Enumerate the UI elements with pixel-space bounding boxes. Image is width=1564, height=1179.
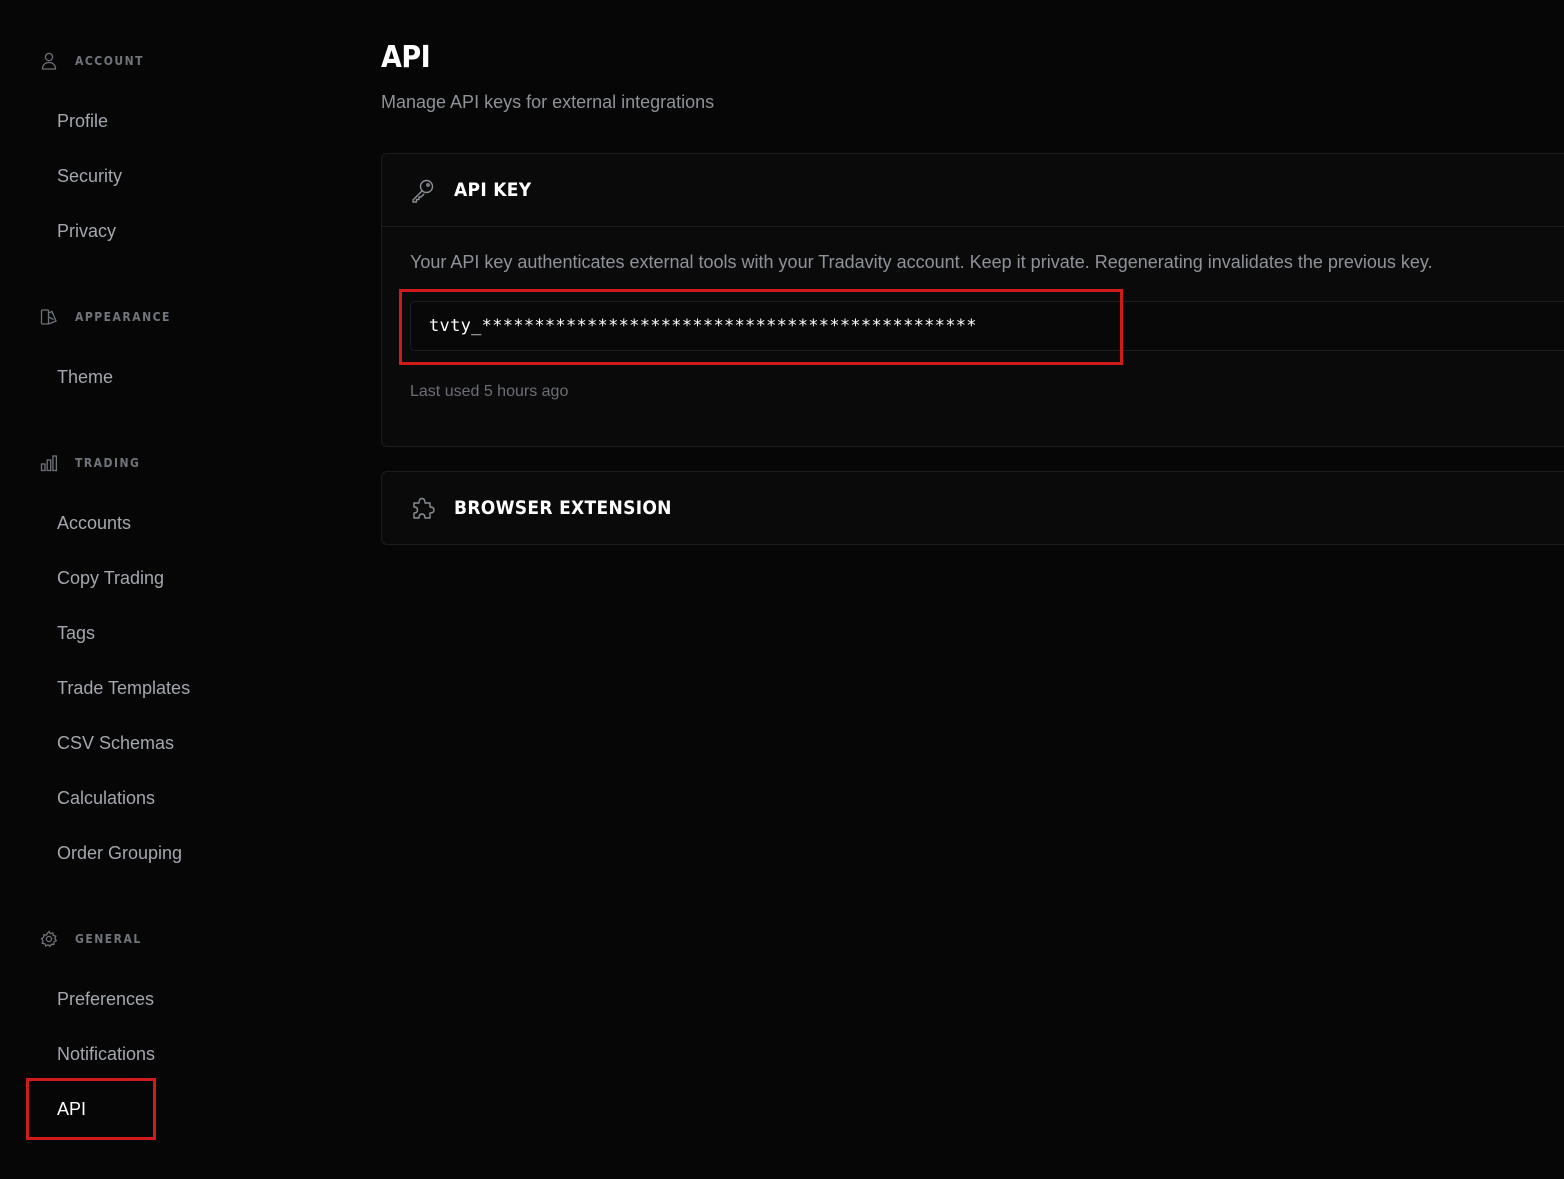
sidebar-item-preferences[interactable]: Preferences <box>57 989 154 1010</box>
sidebar-item-api[interactable]: API <box>57 1099 86 1120</box>
sidebar-item-order-grouping[interactable]: Order Grouping <box>57 843 182 864</box>
api-key-card-header[interactable]: API KEY <box>382 154 1564 226</box>
sidebar-item-accounts[interactable]: Accounts <box>57 513 131 534</box>
api-key-last-used: Last used 5 hours ago <box>410 383 569 400</box>
sidebar-item-tags[interactable]: Tags <box>57 623 95 644</box>
puzzle-icon <box>410 495 436 521</box>
sidebar-item-calculations[interactable]: Calculations <box>57 788 155 809</box>
api-key-highlight <box>399 289 1123 365</box>
sidebar-item-profile[interactable]: Profile <box>57 111 108 132</box>
section-appearance: APPEARANCE <box>40 305 171 329</box>
sidebar-item-trade-templates[interactable]: Trade Templates <box>57 678 190 699</box>
page-title: API <box>381 40 431 75</box>
sidebar-item-theme[interactable]: Theme <box>57 367 113 388</box>
card-divider <box>382 226 1564 227</box>
browser-extension-card[interactable]: BROWSER EXTENSION <box>381 471 1564 545</box>
user-icon <box>40 52 58 70</box>
browser-extension-card-title: BROWSER EXTENSION <box>454 497 672 519</box>
section-account: ACCOUNT <box>40 49 144 73</box>
section-account-label: ACCOUNT <box>75 54 145 68</box>
sidebar-item-csv-schemas[interactable]: CSV Schemas <box>57 733 174 754</box>
main-content: API Manage API keys for external integra… <box>381 0 1564 1179</box>
sidebar-item-notifications[interactable]: Notifications <box>57 1044 155 1065</box>
settings-sidebar: ACCOUNT Profile Security Privacy APPEARA… <box>0 0 330 1179</box>
section-trading-label: TRADING <box>75 456 141 470</box>
sidebar-item-security[interactable]: Security <box>57 166 122 187</box>
section-appearance-label: APPEARANCE <box>75 310 171 324</box>
page-subtitle: Manage API keys for external integration… <box>381 92 715 112</box>
api-key-card: API KEY Your API key authenticates exter… <box>381 153 1564 447</box>
browser-extension-card-header[interactable]: BROWSER EXTENSION <box>382 472 1564 544</box>
active-item-highlight <box>26 1078 156 1140</box>
key-icon <box>410 177 436 203</box>
section-general: GENERAL <box>40 927 142 951</box>
gear-icon <box>40 930 58 948</box>
bar-chart-icon <box>40 454 58 472</box>
api-key-description: Your API key authenticates external tool… <box>410 252 1433 272</box>
section-general-label: GENERAL <box>75 932 142 946</box>
section-trading: TRADING <box>40 451 140 475</box>
sidebar-item-copy-trading[interactable]: Copy Trading <box>57 568 164 589</box>
palette-icon <box>40 308 58 326</box>
sidebar-item-privacy[interactable]: Privacy <box>57 221 116 242</box>
api-key-card-title: API KEY <box>454 179 532 201</box>
